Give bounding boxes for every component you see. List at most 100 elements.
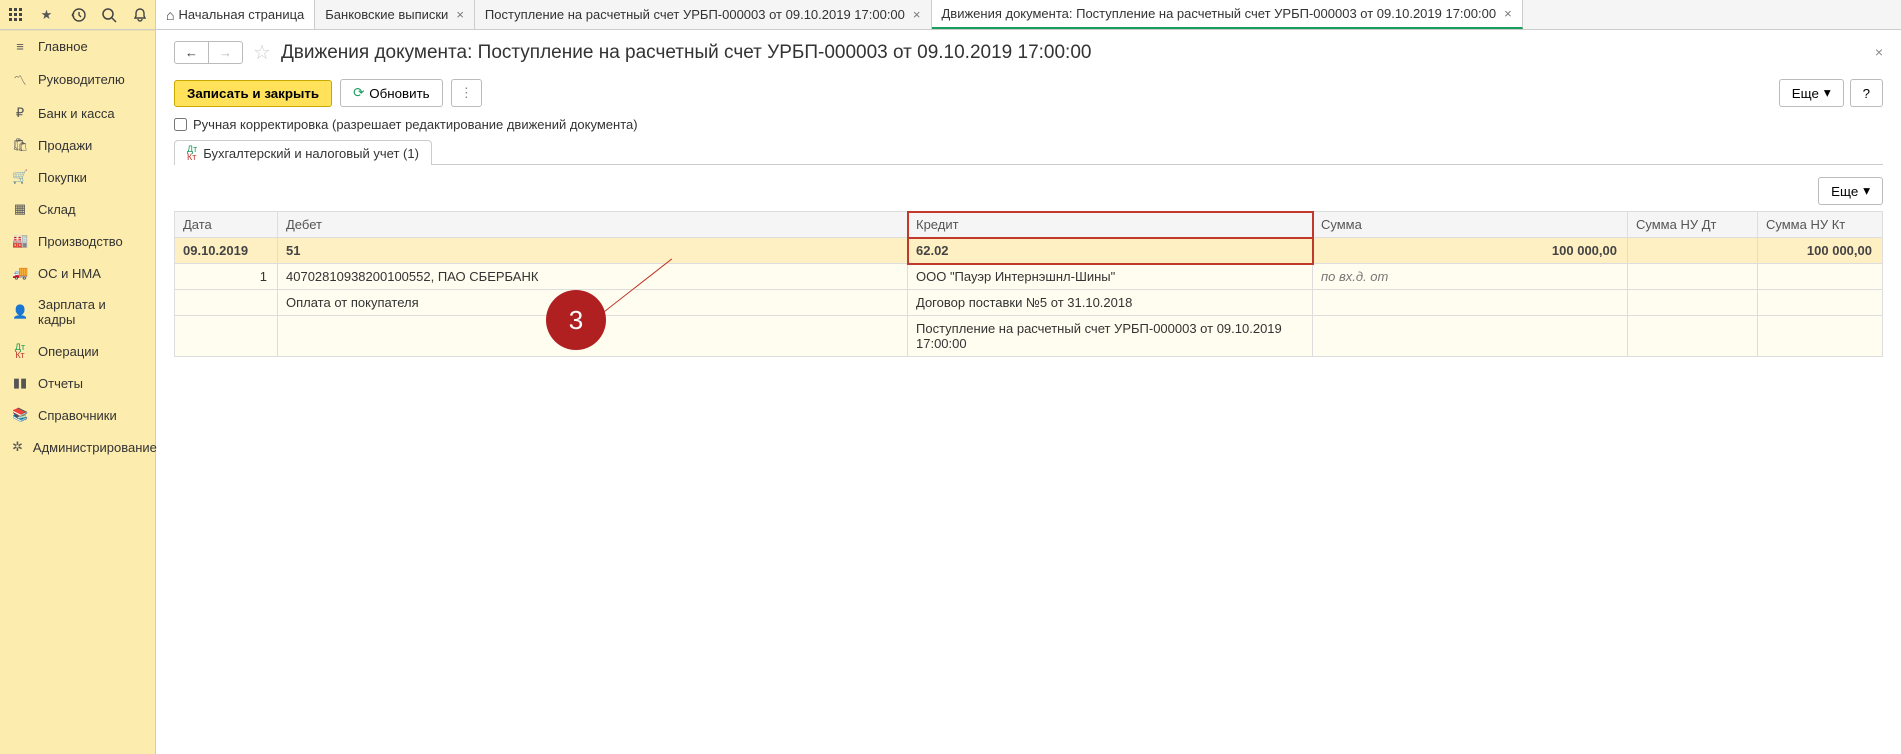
- history-icon[interactable]: [68, 5, 88, 25]
- close-icon[interactable]: ×: [456, 7, 464, 22]
- close-icon[interactable]: ×: [1504, 6, 1512, 21]
- sidebar-item-directories[interactable]: 📚Справочники: [0, 399, 155, 431]
- sidebar-item-bank[interactable]: ₽Банк и касса: [0, 97, 155, 129]
- cell-empty: [175, 290, 278, 316]
- cell-nudt: [1628, 238, 1758, 264]
- sidebar-item-production[interactable]: 🏭Производство: [0, 225, 155, 257]
- cell-credit: 62.02: [908, 238, 1313, 264]
- more-label: Еще: [1792, 86, 1819, 101]
- cell-nukt: [1758, 264, 1883, 290]
- sidebar-item-operations[interactable]: ДтКт Операции: [0, 335, 155, 367]
- cell-nukt: [1758, 316, 1883, 357]
- cell-nukt: [1758, 290, 1883, 316]
- truck-icon: 🚚: [12, 265, 28, 281]
- sidebar-item-label: Главное: [38, 39, 88, 54]
- sidebar-item-manager[interactable]: 〽Руководителю: [0, 62, 155, 97]
- sidebar-item-label: Операции: [38, 344, 99, 359]
- sidebar-item-sales[interactable]: 🛍 Продажи: [0, 129, 155, 161]
- cell-debit: 40702810938200100552, ПАО СБЕРБАНК: [278, 264, 908, 290]
- more-button[interactable]: Еще ▾: [1779, 79, 1844, 107]
- apps-icon[interactable]: [6, 5, 26, 25]
- refresh-button[interactable]: ⟳Обновить: [340, 79, 443, 107]
- menu-icon: ≡: [12, 39, 28, 54]
- dtkt-icon: ДтКт: [12, 343, 28, 359]
- sidebar-item-warehouse[interactable]: ▦ Склад: [0, 193, 155, 225]
- sidebar-item-label: Справочники: [38, 408, 117, 423]
- content-area: × ← → ☆ Движения документа: Поступление …: [156, 30, 1901, 754]
- bag-icon: 🛍: [12, 137, 28, 153]
- sub-tab-accounting[interactable]: ДтКт Бухгалтерский и налоговый учет (1): [174, 140, 432, 165]
- cell-nudt: [1628, 290, 1758, 316]
- sidebar-item-label: Продажи: [38, 138, 92, 153]
- save-close-button[interactable]: Записать и закрыть: [174, 80, 332, 107]
- tab-label: Поступление на расчетный счет УРБП-00000…: [485, 7, 905, 22]
- col-debit[interactable]: Дебет: [278, 212, 908, 238]
- search-icon[interactable]: [99, 5, 119, 25]
- sidebar-item-reports[interactable]: ▮▮ Отчеты: [0, 367, 155, 399]
- tab-label: Движения документа: Поступление на расче…: [942, 6, 1497, 21]
- cell-sum: 100 000,00: [1313, 238, 1628, 264]
- favorite-star-icon[interactable]: ☆: [253, 40, 271, 65]
- sidebar-item-purchases[interactable]: 🛒 Покупки: [0, 161, 155, 193]
- cell-sum: [1313, 316, 1628, 357]
- cell-credit: Договор поставки №5 от 31.10.2018: [908, 290, 1313, 316]
- sidebar-item-admin[interactable]: ✲ Администрирование: [0, 431, 155, 463]
- sidebar-item-label: ОС и НМА: [38, 266, 101, 281]
- movements-table: Дата Дебет Кредит Сумма Сумма НУ Дт Сумм…: [174, 211, 1883, 357]
- col-nukt[interactable]: Сумма НУ Кт: [1758, 212, 1883, 238]
- table-header-row: Дата Дебет Кредит Сумма Сумма НУ Дт Сумм…: [175, 212, 1883, 238]
- table-row[interactable]: 09.10.2019 51 62.02 100 000,00 100 000,0…: [175, 238, 1883, 264]
- page-title: Движения документа: Поступление на расче…: [281, 42, 1092, 64]
- sidebar-item-assets[interactable]: 🚚 ОС и НМА: [0, 257, 155, 289]
- table-row[interactable]: 1 40702810938200100552, ПАО СБЕРБАНК ООО…: [175, 264, 1883, 290]
- bell-icon[interactable]: [130, 5, 150, 25]
- gear-icon: ✲: [12, 439, 23, 455]
- manual-correction-checkbox[interactable]: [174, 118, 187, 131]
- table-more-button[interactable]: Еще ▾: [1818, 177, 1883, 205]
- sidebar-item-main[interactable]: ≡ Главное: [0, 30, 155, 62]
- top-toolbar: ★ ⌂Начальная страница Банковские выписки…: [0, 0, 1901, 30]
- col-nudt[interactable]: Сумма НУ Дт: [1628, 212, 1758, 238]
- table-row[interactable]: Оплата от покупателя Договор поставки №5…: [175, 290, 1883, 316]
- cell-credit: Поступление на расчетный счет УРБП-00000…: [908, 316, 1313, 357]
- factory-icon: 🏭: [12, 233, 28, 249]
- sidebar-item-salary[interactable]: 👤Зарплата и кадры: [0, 289, 155, 335]
- close-icon[interactable]: ×: [913, 7, 921, 22]
- col-credit[interactable]: Кредит: [908, 212, 1313, 238]
- chevron-down-icon: ▾: [1824, 85, 1831, 101]
- table-row[interactable]: Поступление на расчетный счет УРБП-00000…: [175, 316, 1883, 357]
- manual-correction-label: Ручная корректировка (разрешает редактир…: [193, 117, 638, 132]
- star-icon[interactable]: ★: [37, 5, 57, 25]
- refresh-icon: ⟳: [353, 85, 364, 101]
- cart-icon: 🛒: [12, 169, 28, 185]
- close-page-icon[interactable]: ×: [1875, 44, 1883, 60]
- col-sum[interactable]: Сумма: [1313, 212, 1628, 238]
- person-icon: 👤: [12, 304, 28, 320]
- sidebar-item-label: Администрирование: [33, 440, 157, 455]
- cell-empty: [175, 316, 278, 357]
- tab-home[interactable]: ⌂Начальная страница: [156, 0, 315, 29]
- cell-nukt: 100 000,00: [1758, 238, 1883, 264]
- cell-line-no: 1: [175, 264, 278, 290]
- sidebar-item-label: Склад: [38, 202, 76, 217]
- col-date[interactable]: Дата: [175, 212, 278, 238]
- dtkt-icon: ДтКт: [187, 145, 197, 161]
- ruble-icon: ₽: [12, 105, 28, 121]
- more-label: Еще: [1831, 184, 1858, 199]
- help-button[interactable]: ?: [1850, 79, 1883, 107]
- attach-button[interactable]: ⋮: [451, 79, 482, 107]
- cell-nudt: [1628, 264, 1758, 290]
- callout-number: 3: [569, 305, 583, 336]
- tab-bank-statements[interactable]: Банковские выписки×: [315, 0, 475, 29]
- bar-chart-icon: ▮▮: [12, 375, 28, 391]
- nav-forward-button[interactable]: →: [209, 42, 242, 63]
- cell-debit: 51: [278, 238, 908, 264]
- nav-back-button[interactable]: ←: [175, 42, 209, 63]
- tab-receipt[interactable]: Поступление на расчетный счет УРБП-00000…: [475, 0, 932, 29]
- cell-sum: по вх.д. от: [1313, 264, 1628, 290]
- tab-movements[interactable]: Движения документа: Поступление на расче…: [932, 0, 1523, 29]
- sidebar-item-label: Отчеты: [38, 376, 83, 391]
- sidebar: ≡ Главное 〽Руководителю ₽Банк и касса 🛍 Пр…: [0, 30, 156, 754]
- boxes-icon: ▦: [12, 201, 28, 217]
- sidebar-item-label: Покупки: [38, 170, 87, 185]
